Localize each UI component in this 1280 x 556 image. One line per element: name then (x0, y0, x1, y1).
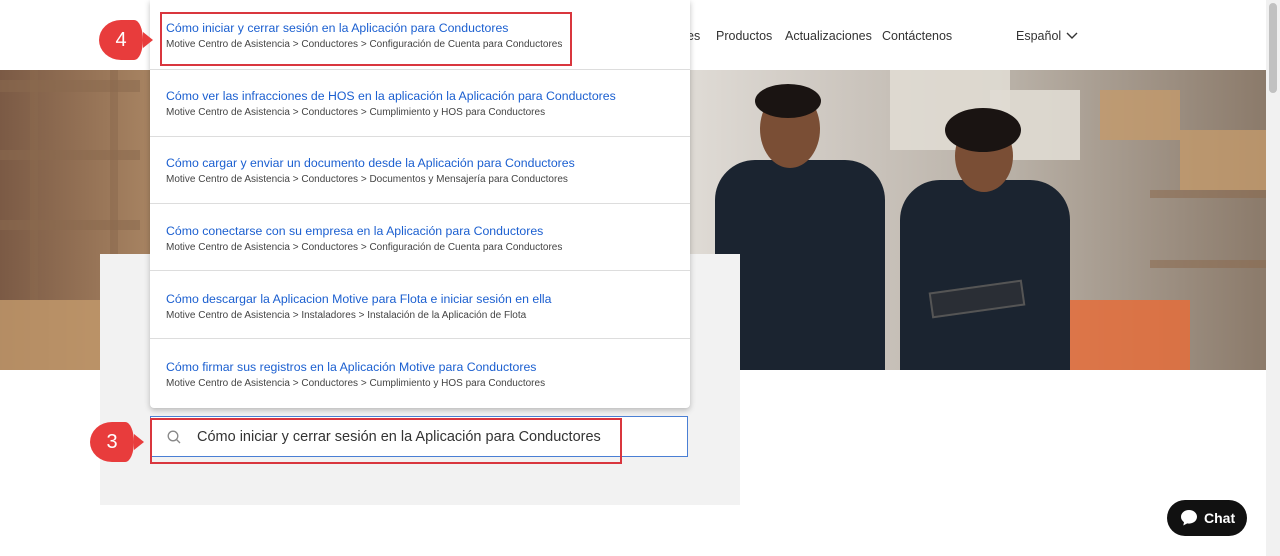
chat-label: Chat (1204, 510, 1236, 526)
suggestion-item[interactable]: Cómo descargar la Aplicacion Motive para… (150, 272, 690, 339)
suggestion-title[interactable]: Cómo ver las infracciones de HOS en la a… (166, 89, 616, 103)
step-3-badge: 3 (90, 422, 134, 462)
highlight-step-4 (160, 12, 572, 66)
chevron-down-icon (1066, 32, 1078, 39)
suggestion-item[interactable]: Cómo ver las infracciones de HOS en la a… (150, 70, 690, 137)
suggestion-item[interactable]: Cómo cargar y enviar un documento desde … (150, 137, 690, 204)
step-4-badge: 4 (99, 20, 143, 60)
chat-bubble-icon (1181, 510, 1197, 526)
nav-item-productos[interactable]: Productos (716, 29, 772, 43)
suggestion-item[interactable]: Cómo firmar sus registros en la Aplicaci… (150, 340, 690, 408)
highlight-step-3 (150, 418, 622, 464)
page-scrollbar[interactable] (1266, 0, 1280, 556)
language-label: Español (1016, 29, 1062, 43)
chat-button[interactable]: Chat (1167, 500, 1247, 536)
suggestion-item[interactable]: Cómo conectarse con su empresa en la Apl… (150, 204, 690, 271)
suggestion-breadcrumb: Motive Centro de Asistencia > Instalador… (166, 310, 527, 321)
step-3-pointer (134, 434, 144, 450)
suggestion-breadcrumb: Motive Centro de Asistencia > Conductore… (166, 174, 568, 185)
nav-item-actualizaciones[interactable]: Actualizaciones (785, 29, 872, 43)
suggestion-title[interactable]: Cómo firmar sus registros en la Aplicaci… (166, 360, 536, 374)
suggestion-title[interactable]: Cómo descargar la Aplicacion Motive para… (166, 292, 552, 306)
suggestion-breadcrumb: Motive Centro de Asistencia > Conductore… (166, 378, 546, 389)
suggestion-breadcrumb: Motive Centro de Asistencia > Conductore… (166, 107, 546, 118)
nav-item-contactenos[interactable]: Contáctenos (882, 29, 952, 43)
suggestion-title[interactable]: Cómo conectarse con su empresa en la Apl… (166, 224, 543, 238)
language-selector[interactable]: Español (1016, 29, 1078, 43)
step-4-pointer (143, 32, 153, 48)
suggestion-title[interactable]: Cómo cargar y enviar un documento desde … (166, 156, 575, 170)
suggestion-breadcrumb: Motive Centro de Asistencia > Conductore… (166, 242, 563, 253)
scrollbar-thumb[interactable] (1269, 3, 1277, 93)
